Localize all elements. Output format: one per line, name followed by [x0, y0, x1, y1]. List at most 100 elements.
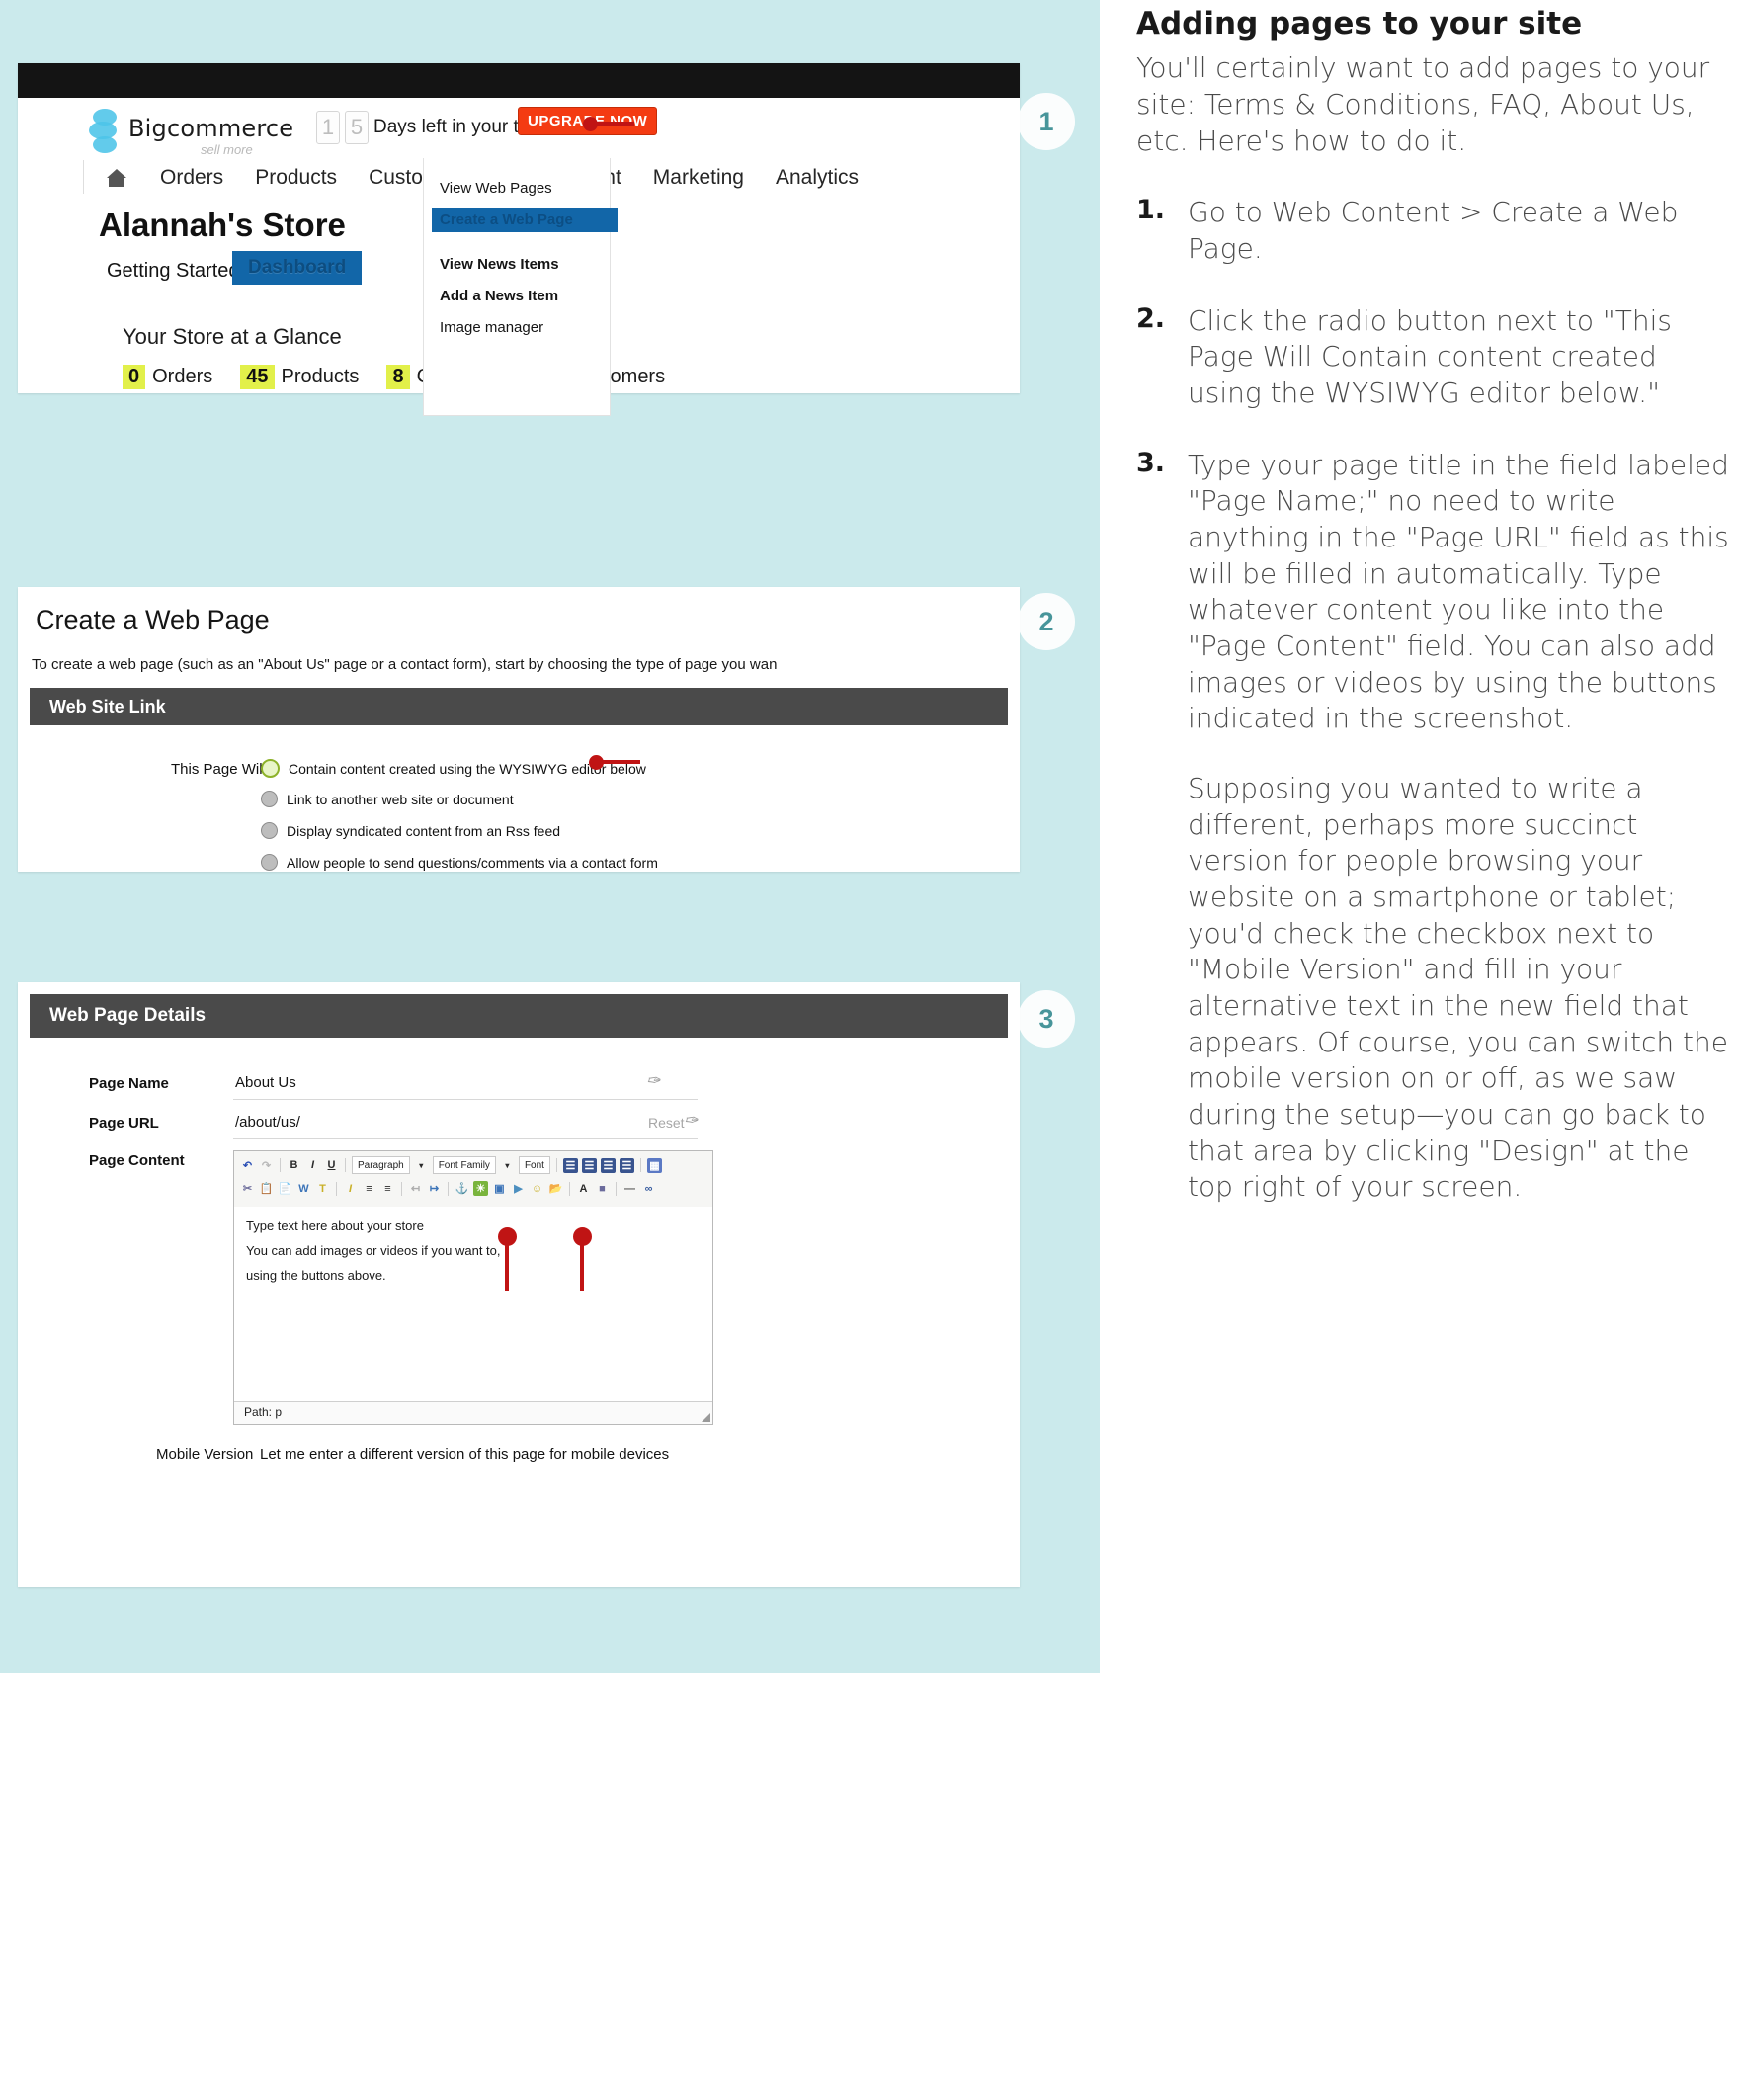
nav-item-orders[interactable]: Orders — [144, 166, 239, 190]
number-list-icon[interactable]: ≡ — [380, 1181, 395, 1196]
radio-option-contact-form[interactable]: Allow people to send questions/comments … — [261, 854, 658, 871]
radio-option-contact-form-label: Allow people to send questions/comments … — [287, 854, 658, 871]
article-step-2-body: Click the radio button next to "This Pag… — [1188, 303, 1729, 412]
step-badge-1: 1 — [1018, 93, 1075, 150]
anchor-icon[interactable]: ⚓ — [455, 1181, 469, 1196]
edit-pencil-icon[interactable]: ✑ — [646, 1071, 660, 1091]
chevron-down-icon[interactable]: ▾ — [500, 1158, 515, 1173]
horizontal-rule-icon[interactable]: ― — [622, 1181, 637, 1196]
insert-media-icon[interactable]: ▣ — [492, 1181, 507, 1196]
bold-icon[interactable]: B — [287, 1158, 301, 1173]
radio-option-link[interactable]: Link to another web site or document — [261, 791, 514, 807]
stat-products-label: Products — [281, 366, 360, 387]
insert-image-icon[interactable]: ☀ — [473, 1181, 488, 1196]
store-glance-title: Your Store at a Glance — [123, 324, 342, 349]
pointer-line-4 — [580, 1241, 584, 1291]
align-right-icon[interactable]: ☰ — [600, 1157, 616, 1173]
editor-line-2: You can add images or videos if you want… — [246, 1243, 501, 1258]
menu-item-view-news-items[interactable]: View News Items — [440, 256, 559, 273]
edit-pencil-icon[interactable]: ✑ — [684, 1111, 698, 1131]
stat-orders-label: Orders — [152, 366, 213, 387]
web-site-link-section-bar: Web Site Link — [30, 688, 1008, 725]
chevron-down-icon[interactable]: ▾ — [414, 1158, 429, 1173]
wysiwyg-editor[interactable]: ↶ ↷ B I U Paragraph ▾ Font Family ▾ Font… — [233, 1150, 713, 1425]
tab-dashboard[interactable]: Dashboard — [232, 251, 363, 285]
page-url-label: Page URL — [89, 1115, 159, 1132]
table-icon[interactable]: ▦ — [646, 1157, 662, 1173]
paste-word-icon[interactable]: W — [296, 1181, 311, 1196]
resize-grip[interactable] — [702, 1413, 710, 1422]
bigcommerce-tagline: sell more — [201, 142, 253, 157]
menu-item-create-a-web-page[interactable]: Create a Web Page — [432, 208, 618, 232]
step-badge-2-number: 2 — [1038, 606, 1054, 636]
bullet-list-icon[interactable]: ≡ — [362, 1181, 376, 1196]
web-content-dropdown-menu: View Web Pages Create a Web Page View Ne… — [423, 158, 618, 416]
paste-icon[interactable]: 📄 — [278, 1181, 292, 1196]
redo-icon[interactable]: ↷ — [259, 1158, 274, 1173]
web-site-link-section-label: Web Site Link — [49, 697, 166, 716]
paragraph-select[interactable]: Paragraph — [352, 1156, 410, 1174]
paste-text-icon[interactable]: T — [315, 1181, 330, 1196]
font-size-select[interactable]: Font — [518, 1156, 550, 1174]
align-justify-icon[interactable]: ☰ — [619, 1157, 634, 1173]
emoticon-icon[interactable]: ☺ — [530, 1181, 544, 1196]
nav-item-marketing[interactable]: Marketing — [637, 166, 760, 190]
cut-icon[interactable]: ✂ — [240, 1181, 255, 1196]
page-name-input[interactable]: About Us — [235, 1074, 296, 1091]
store-title: Alannah's Store — [99, 207, 346, 243]
italic-icon[interactable]: I — [305, 1158, 320, 1173]
step-badge-3: 3 — [1018, 990, 1075, 1048]
article-step-2-paragraph-1: Click the radio button next to "This Pag… — [1188, 303, 1673, 409]
reset-link[interactable]: Reset — [648, 1115, 685, 1131]
stat-products-value: 45 — [240, 365, 275, 389]
trial-digit-tens: 1 — [316, 111, 340, 144]
copy-icon[interactable]: 📋 — [259, 1181, 274, 1196]
article-step-1-body: Go to Web Content > Create a Web Page. — [1188, 195, 1729, 267]
menu-item-view-web-pages[interactable]: View Web Pages — [440, 180, 552, 197]
menu-item-add-a-news-item[interactable]: Add a News Item — [440, 288, 558, 304]
mobile-version-description: Let me enter a different version of this… — [260, 1446, 670, 1463]
editor-content-area[interactable]: Type text here about your store You can … — [234, 1207, 712, 1394]
radio-option-rss[interactable]: Display syndicated content from an Rss f… — [261, 822, 560, 839]
underline-icon[interactable]: U — [324, 1158, 339, 1173]
outdent-icon[interactable]: ↤ — [408, 1181, 423, 1196]
align-center-icon[interactable]: ☰ — [581, 1157, 597, 1173]
undo-icon[interactable]: ↶ — [240, 1158, 255, 1173]
radio-unselected-icon[interactable] — [261, 822, 278, 839]
page-url-input[interactable]: /about/us/ — [235, 1114, 300, 1131]
insert-file-icon[interactable]: 📂 — [548, 1181, 563, 1196]
page-url-underline — [233, 1138, 698, 1139]
radio-selected-icon[interactable] — [261, 759, 280, 778]
nav-item-products[interactable]: Products — [239, 166, 353, 190]
remove-format-icon[interactable]: I — [343, 1181, 358, 1196]
article-step-1-number: 1. — [1136, 195, 1166, 226]
trial-digit-ones: 5 — [345, 111, 369, 144]
home-icon[interactable] — [107, 168, 126, 188]
radio-unselected-icon[interactable] — [261, 791, 278, 807]
align-left-icon[interactable]: ☰ — [562, 1157, 578, 1173]
dashboard-screenshot: Bigcommerce sell more 1 5 Days left in y… — [18, 63, 1020, 416]
page-content-label: Page Content — [89, 1152, 185, 1169]
this-page-will-label: This Page Will — [171, 761, 266, 778]
article-step-2: 2. Click the radio button next to "This … — [1136, 303, 1729, 412]
radio-unselected-icon[interactable] — [261, 854, 278, 871]
indent-icon[interactable]: ↦ — [427, 1181, 442, 1196]
nav-divider — [83, 160, 84, 194]
stat-categories-value: 8 — [386, 365, 410, 389]
menu-item-image-manager[interactable]: Image manager — [440, 319, 543, 336]
insert-video-icon[interactable]: ▶ — [511, 1181, 526, 1196]
article-step-2-number: 2. — [1136, 302, 1166, 334]
article-intro: You'll certainly want to add pages to yo… — [1136, 51, 1710, 157]
page-name-underline — [233, 1099, 698, 1100]
article-step-3: 3. Type your page title in the field lab… — [1136, 448, 1729, 1206]
nav-item-analytics[interactable]: Analytics — [760, 166, 874, 190]
text-color-icon[interactable]: A — [576, 1181, 591, 1196]
background-color-icon[interactable]: ■ — [595, 1181, 610, 1196]
pointer-line-2 — [603, 760, 640, 764]
font-family-select[interactable]: Font Family — [432, 1156, 496, 1174]
special-char-icon[interactable]: ∞ — [641, 1181, 656, 1196]
pointer-line-3 — [505, 1241, 509, 1291]
web-page-details-section-bar: Web Page Details — [30, 994, 1008, 1038]
create-web-page-screenshot: Create a Web Page To create a web page (… — [18, 587, 1020, 872]
getting-started-label: Getting Started — [107, 260, 240, 282]
